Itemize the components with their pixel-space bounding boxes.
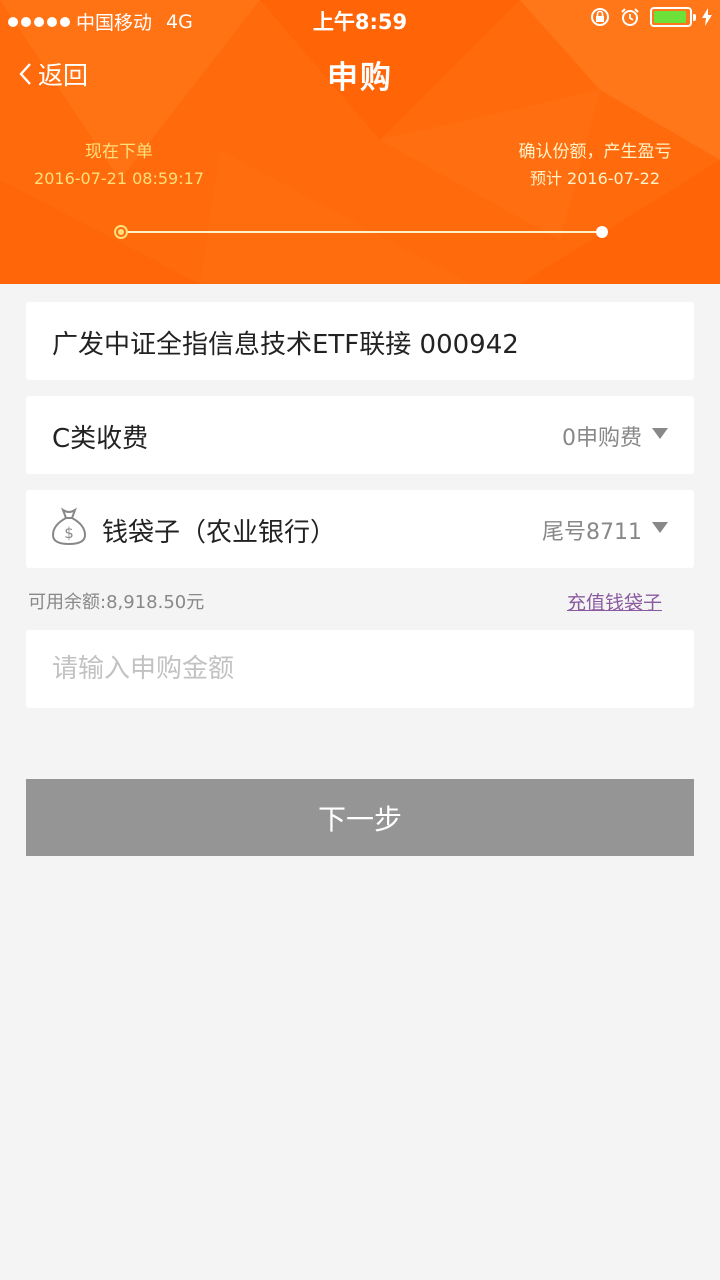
step-end-label: 确认份额，产生盈亏 [518,142,672,162]
amount-field-container [26,630,694,708]
fund-name: 广发中证全指信息技术ETF联接 000942 [52,330,519,360]
rotation-lock-icon [591,8,609,26]
step-start-time: 2016-07-21 08:59:17 [34,169,204,188]
dropdown-arrow-icon [652,428,668,439]
progress-timeline [112,222,612,242]
fee-type-selector[interactable]: C类收费 0申购费 [26,396,694,474]
step-start-label: 现在下单 [85,142,153,162]
dropdown-arrow-icon [652,522,668,533]
purchase-amount-input[interactable] [26,630,694,708]
available-balance: 可用余额:8,918.50元 [28,592,205,613]
status-bar: 中国移动 4G 上午8:59 [0,0,720,38]
nav-bar: 返回 申购 [0,48,720,100]
header-banner: 中国移动 4G 上午8:59 返回 申购 现在下单 2016-07-21 08:… [0,0,720,284]
fee-type-label: C类收费 [52,424,149,454]
money-bag-icon: $ [51,507,87,546]
recharge-wallet-link[interactable]: 充值钱袋子 [567,588,662,615]
page-title: 申购 [327,60,393,96]
alarm-clock-icon [621,8,639,26]
step-confirm-shares: 确认份额，产生盈亏 预计 2016-07-22 [500,140,690,194]
timeline-start-dot [114,225,128,239]
card-tail-number: 尾号8711 [542,520,642,545]
timeline-line [126,231,602,233]
fee-type-value: 0申购费 [562,426,642,451]
step-end-time: 预计 2016-07-22 [529,169,661,188]
battery-icon [650,7,696,27]
step-order-now: 现在下单 2016-07-21 08:59:17 [34,140,204,194]
fund-card: 广发中证全指信息技术ETF联接 000942 [26,302,694,380]
payment-method-selector[interactable]: $ 钱袋子（农业银行） 尾号8711 [26,490,694,568]
next-step-button[interactable]: 下一步 [26,779,694,856]
timeline-end-dot [596,226,608,238]
charging-icon [702,8,712,26]
wallet-label: 钱袋子（农业银行） [102,518,337,548]
svg-text:$: $ [64,524,74,542]
